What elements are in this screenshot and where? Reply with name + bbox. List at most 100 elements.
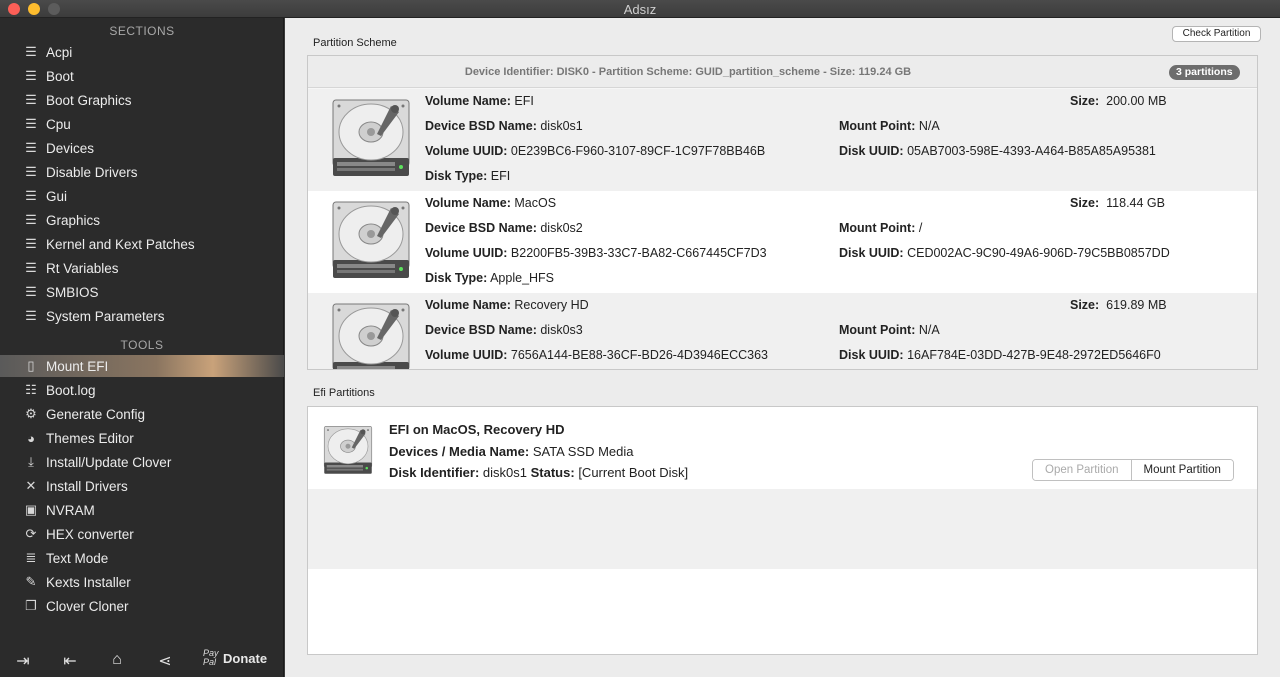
donate-label: Donate (223, 650, 268, 666)
drive-icon: ▯ (27, 358, 35, 373)
sidebar-item-themes-editor[interactable]: ◕ Themes Editor (0, 427, 284, 449)
sidebar-item-boot[interactable]: ☰ Boot (0, 65, 284, 87)
sidebar-item-label: Rt Variables (46, 260, 119, 276)
sidebar-item-label: Generate Config (46, 406, 146, 422)
import-icon[interactable]: ⇥ (12, 651, 34, 671)
sidebar-item-label: Mount EFI (46, 358, 109, 374)
sidebar-item-gui[interactable]: ☰ Gui (0, 185, 284, 207)
check-partition-button[interactable]: Check Partition (1172, 26, 1261, 42)
sidebar-item-disable-drivers[interactable]: ☰ Disable Drivers (0, 161, 284, 183)
sidebar-item-nvram[interactable]: ▣ NVRAM (0, 499, 284, 521)
sidebar-item-label: Disable Drivers (46, 164, 138, 180)
list-icon: ☰ (25, 188, 37, 203)
chip-icon: ▣ (24, 502, 38, 517)
volume-row[interactable]: Volume Name: MacOS Size: 118.44 GB Devic… (308, 191, 1257, 293)
export-icon[interactable]: ⇤ (59, 651, 81, 671)
list-icon: ☰ (25, 92, 37, 107)
efi-partition-row[interactable]: EFI on MacOS, Recovery HD Devices / Medi… (308, 407, 1257, 489)
volume-name: Volume Name: Recovery HD (425, 298, 589, 312)
sidebar-item-hex-converter[interactable]: ⟳ HEX converter (0, 523, 284, 545)
mount-point: Mount Point: N/A (839, 323, 940, 337)
list-icon: ☰ (25, 308, 37, 323)
sidebar-item-label: Acpi (46, 44, 73, 60)
list-icon: ☰ (25, 260, 37, 275)
partitions-count-badge: 3 partitions (1169, 65, 1240, 80)
efi-partition-list: EFI on MacOS, Recovery HD Devices / Medi… (307, 406, 1258, 655)
volume-size: Size: 619.89 MB (1070, 298, 1167, 312)
sidebar-item-smbios[interactable]: ☰ SMBIOS (0, 281, 284, 303)
disk-uuid: Disk UUID: 16AF784E-03DD-427B-9E48-2972E… (839, 348, 1161, 362)
sidebar-bottom-bar: ⇥ ⇤ ⌂ ⋖ Pay Pal Donate (0, 643, 284, 677)
list-icon: ☰ (25, 164, 37, 179)
disk-identifier: Disk Identifier: disk0s1 Status: [Curren… (389, 465, 689, 480)
sidebar-item-system-parameters[interactable]: ☰ System Parameters (0, 305, 284, 327)
volume-uuid: Volume UUID: B2200FB5-39B3-33C7-BA82-C66… (425, 246, 767, 260)
volume-row[interactable]: Volume Name: EFI Size: 200.00 MB Device … (308, 89, 1257, 191)
list-icon: ☰ (25, 140, 37, 155)
sidebar-item-label: Graphics (46, 212, 101, 228)
text-icon: ≣ (25, 550, 37, 565)
sidebar-item-label: HEX converter (46, 526, 134, 542)
sidebar-item-label: Kernel and Kext Patches (46, 236, 195, 252)
copy-icon: ❐ (25, 598, 37, 613)
volume-uuid: Volume UUID: 7656A144-BE88-36CF-BD26-4D3… (425, 348, 769, 362)
donate-button[interactable]: Pay Pal Donate (203, 649, 267, 667)
sidebar-item-kernel-kext-patches[interactable]: ☰ Kernel and Kext Patches (0, 233, 284, 255)
window-title: Adsız (623, 2, 657, 17)
partition-scheme-label: Partition Scheme (313, 37, 397, 49)
tools-icon: ✕ (25, 478, 37, 493)
sidebar-item-label: Install Drivers (46, 478, 128, 494)
refresh-icon: ⟳ (25, 526, 37, 541)
sidebar-item-install-drivers[interactable]: ✕ Install Drivers (0, 475, 284, 497)
sidebar-item-rt-variables[interactable]: ☰ Rt Variables (0, 257, 284, 279)
sidebar-item-install-update-clover[interactable]: ⤓ Install/Update Clover (0, 451, 284, 473)
volume-size: Size: 118.44 GB (1070, 196, 1165, 210)
palette-icon: ◕ (27, 430, 35, 446)
disk-type: Disk Type: EFI (425, 169, 511, 183)
main-panel: Check Partition Partition Scheme Device … (285, 18, 1280, 677)
sidebar-item-label: SMBIOS (46, 284, 99, 300)
list-icon: ☰ (25, 284, 37, 299)
sidebar-item-label: Boot.log (46, 382, 96, 398)
partition-list: Device Identifier: DISK0 - Partition Sch… (307, 55, 1258, 370)
list-icon: ☰ (25, 68, 37, 83)
mount-partition-button[interactable]: Mount Partition (1131, 460, 1233, 480)
disk-uuid: Disk UUID: 05AB7003-598E-4393-A464-B85A8… (839, 144, 1156, 158)
sidebar-item-label: Boot Graphics (46, 92, 132, 108)
partition-action-segment: Open Partition Mount Partition (1032, 459, 1234, 481)
sidebar-item-boot-log[interactable]: ☷ Boot.log (0, 379, 284, 401)
sidebar-item-cpu[interactable]: ☰ Cpu (0, 113, 284, 135)
sidebar-item-label: Text Mode (46, 550, 109, 566)
volume-name: Volume Name: EFI (425, 94, 534, 108)
sections-heading: SECTIONS (109, 24, 175, 38)
sidebar-item-label: Gui (46, 188, 68, 204)
share-icon[interactable]: ⋖ (154, 651, 176, 671)
volume-uuid: Volume UUID: 0E239BC6-F960-3107-89CF-1C9… (425, 144, 766, 158)
paypal-icon: Pay Pal (203, 648, 219, 667)
sidebar-item-devices[interactable]: ☰ Devices (0, 137, 284, 159)
sidebar-item-boot-graphics[interactable]: ☰ Boot Graphics (0, 89, 284, 111)
sidebar-item-label: Install/Update Clover (46, 454, 172, 470)
sidebar-item-text-mode[interactable]: ≣ Text Mode (0, 547, 284, 569)
list-icon: ☰ (25, 212, 37, 227)
tools-heading: TOOLS (120, 338, 164, 352)
sidebar-item-graphics[interactable]: ☰ Graphics (0, 209, 284, 231)
volume-row[interactable]: Volume Name: Recovery HD Size: 619.89 MB… (308, 293, 1257, 369)
sidebar-item-generate-config[interactable]: ⚙ Generate Config (0, 403, 284, 425)
open-partition-button[interactable]: Open Partition (1033, 460, 1132, 480)
sidebar-item-label: Clover Cloner (46, 598, 129, 614)
sidebar-item-label: NVRAM (46, 502, 95, 518)
gear-icon: ⚙ (25, 406, 37, 421)
sidebar-item-acpi[interactable]: ☰ Acpi (0, 41, 284, 63)
sidebar-item-kexts-installer[interactable]: ✎ Kexts Installer (0, 571, 284, 593)
sidebar-item-label: Themes Editor (46, 430, 134, 446)
volume-name: Volume Name: MacOS (425, 196, 557, 210)
sidebar-item-mount-efi[interactable]: ▯ Mount EFI (0, 355, 284, 377)
bsd-name: Device BSD Name: disk0s3 (425, 323, 583, 337)
title-bar: Adsız (0, 0, 1280, 18)
home-icon[interactable]: ⌂ (106, 651, 128, 671)
sidebar-item-label: Boot (46, 68, 74, 84)
efi-title: EFI on MacOS, Recovery HD (389, 422, 565, 437)
sidebar-item-clover-cloner[interactable]: ❐ Clover Cloner (0, 595, 284, 617)
media-name: Devices / Media Name: SATA SSD Media (389, 444, 634, 459)
